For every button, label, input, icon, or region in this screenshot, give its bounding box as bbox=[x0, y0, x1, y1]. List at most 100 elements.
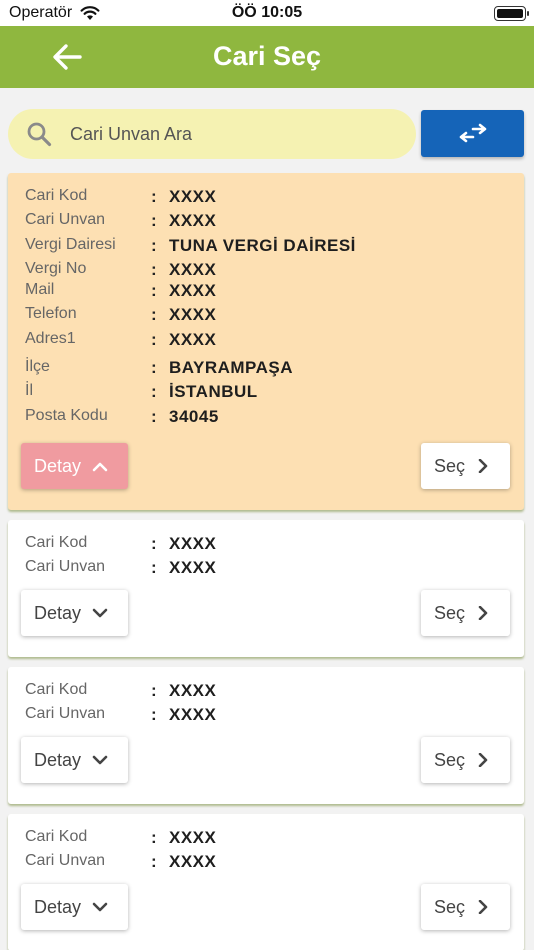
field-colon: : bbox=[151, 852, 157, 871]
field-value: İSTANBUL bbox=[169, 382, 258, 401]
clock: ÖÖ 10:05 bbox=[231, 4, 303, 21]
field-value: 34045 bbox=[169, 407, 219, 426]
search-input[interactable] bbox=[70, 119, 400, 149]
field-row: Adres1: XXXX bbox=[25, 330, 515, 352]
field-value: TUNA VERGİ DAİRESİ bbox=[169, 236, 356, 255]
field-label: Cari Unvan bbox=[25, 705, 106, 722]
field-colon: : bbox=[151, 330, 157, 349]
chevron-down-icon bbox=[92, 902, 108, 912]
field-colon: : bbox=[151, 236, 157, 255]
field-colon: : bbox=[151, 534, 157, 553]
chevron-down-icon bbox=[92, 755, 108, 765]
chevron-down-icon bbox=[92, 608, 108, 618]
field-value: XXXX bbox=[169, 330, 217, 349]
field-colon: : bbox=[151, 705, 157, 724]
field-colon: : bbox=[151, 382, 157, 401]
field-colon: : bbox=[151, 305, 157, 324]
field-value: BAYRAMPAŞA bbox=[169, 358, 294, 377]
chevron-right-icon bbox=[478, 753, 488, 767]
customer-card: Cari Kod: XXXX Cari Unvan: XXXX Detay Seç bbox=[8, 667, 524, 804]
field-row: Telefon: XXXX bbox=[25, 305, 515, 327]
detail-button-label: Detay bbox=[34, 750, 82, 770]
chevron-right-icon bbox=[478, 900, 488, 914]
select-button-label: Seç bbox=[434, 456, 466, 476]
field-label: Adres1 bbox=[25, 330, 76, 347]
field-value: XXXX bbox=[169, 828, 217, 847]
field-row: Cari Kod: XXXX bbox=[25, 187, 515, 209]
status-bar: Operatör ÖÖ 10:05 bbox=[0, 0, 534, 26]
field-colon: : bbox=[151, 558, 157, 577]
field-row: Cari Kod: XXXX bbox=[25, 681, 515, 703]
field-row: Posta Kodu:34045 bbox=[25, 407, 515, 429]
page-title: Cari Seç bbox=[212, 41, 322, 71]
field-value: XXXX bbox=[169, 211, 217, 230]
field-row: Vergi Dairesi: TUNA VERGİ DAİRESİ bbox=[25, 236, 515, 258]
field-label: Cari Unvan bbox=[25, 211, 106, 228]
search-bar[interactable] bbox=[8, 109, 416, 159]
select-button[interactable]: Seç bbox=[421, 590, 510, 636]
field-colon: : bbox=[151, 211, 157, 230]
field-colon: : bbox=[151, 681, 157, 700]
field-row: Cari Unvan: XXXX bbox=[25, 705, 515, 727]
field-label: Vergi No bbox=[25, 260, 87, 277]
field-value: XXXX bbox=[169, 558, 217, 577]
detail-button[interactable]: Detay bbox=[21, 590, 128, 636]
swap-button[interactable] bbox=[421, 110, 524, 157]
field-value: XXXX bbox=[169, 705, 217, 724]
field-value: XXXX bbox=[169, 681, 217, 700]
field-value: XXXX bbox=[169, 305, 217, 324]
select-button[interactable]: Seç bbox=[421, 884, 510, 930]
detail-button[interactable]: Detay bbox=[21, 884, 128, 930]
field-label: Cari Kod bbox=[25, 187, 88, 204]
field-colon: : bbox=[151, 358, 157, 377]
chevron-right-icon bbox=[478, 606, 488, 620]
field-row: Cari Unvan: XXXX bbox=[25, 852, 515, 874]
field-row: Cari Kod: XXXX bbox=[25, 534, 515, 556]
field-label: İl bbox=[25, 382, 33, 399]
detail-button[interactable]: Detay bbox=[21, 443, 128, 489]
field-row: Cari Unvan: XXXX bbox=[25, 558, 515, 580]
select-button[interactable]: Seç bbox=[421, 737, 510, 783]
select-button[interactable]: Seç bbox=[421, 443, 510, 489]
field-value: XXXX bbox=[169, 260, 217, 279]
field-row: Vergi No: XXXX bbox=[25, 260, 515, 282]
field-row: İl: İSTANBUL bbox=[25, 382, 515, 404]
field-label: İlçe bbox=[25, 358, 50, 375]
field-colon: : bbox=[151, 828, 157, 847]
chevron-up-icon bbox=[92, 462, 108, 472]
field-colon: : bbox=[151, 407, 157, 426]
detail-button-label: Detay bbox=[34, 897, 82, 917]
swap-arrows-icon bbox=[459, 123, 487, 143]
detail-button[interactable]: Detay bbox=[21, 737, 128, 783]
select-button-label: Seç bbox=[434, 897, 466, 917]
field-label: Telefon bbox=[25, 305, 77, 322]
field-label: Cari Kod bbox=[25, 534, 88, 551]
field-label: Cari Kod bbox=[25, 828, 88, 845]
chevron-right-icon bbox=[478, 459, 488, 473]
search-icon bbox=[27, 122, 52, 147]
field-row: Mail: XXXX bbox=[25, 281, 515, 303]
field-value: XXXX bbox=[169, 187, 217, 206]
detail-button-label: Detay bbox=[34, 603, 82, 623]
customer-card: Cari Kod: XXXX Cari Unvan: XXXX Vergi Daires… bbox=[8, 173, 524, 510]
field-row: Cari Kod: XXXX bbox=[25, 828, 515, 850]
field-value: XXXX bbox=[169, 534, 217, 553]
field-label: Mail bbox=[25, 281, 55, 298]
field-label: Cari Kod bbox=[25, 681, 88, 698]
field-label: Cari Unvan bbox=[25, 852, 106, 869]
field-label: Vergi Dairesi bbox=[25, 236, 116, 253]
field-colon: : bbox=[151, 281, 157, 300]
field-label: Cari Unvan bbox=[25, 558, 106, 575]
field-value: XXXX bbox=[169, 852, 217, 871]
field-colon: : bbox=[151, 260, 157, 279]
customer-card: Cari Kod: XXXX Cari Unvan: XXXX Detay Seç bbox=[8, 814, 524, 950]
app-header: Cari Seç bbox=[0, 26, 534, 88]
field-row: Cari Unvan: XXXX bbox=[25, 211, 515, 233]
field-label: Posta Kodu bbox=[25, 407, 108, 424]
select-button-label: Seç bbox=[434, 750, 466, 770]
field-row: İlçe: BAYRAMPAŞA bbox=[25, 358, 515, 380]
select-button-label: Seç bbox=[434, 603, 466, 623]
field-colon: : bbox=[151, 187, 157, 206]
detail-button-label: Detay bbox=[34, 456, 82, 476]
battery-icon bbox=[494, 6, 529, 21]
